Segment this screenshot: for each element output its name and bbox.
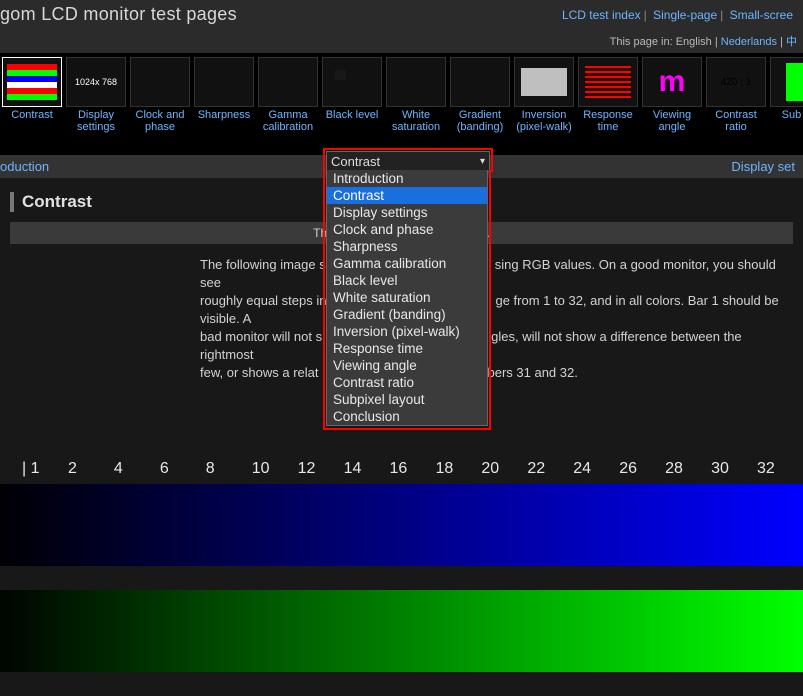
option-contrast-ratio[interactable]: Contrast ratio bbox=[327, 374, 487, 391]
language-label: This page in: bbox=[610, 36, 673, 48]
thumb-gamma-calibration[interactable]: Gamma calibration bbox=[258, 57, 318, 133]
option-response-time[interactable]: Response time bbox=[327, 340, 487, 357]
language-english: English bbox=[676, 36, 712, 48]
thumb-contrast[interactable]: Contrast bbox=[2, 57, 62, 133]
option-contrast[interactable]: Contrast bbox=[327, 187, 487, 204]
language-row: This page in: English | Nederlands | 中 bbox=[0, 31, 803, 53]
thumb-viewing-angle[interactable]: Viewing angle bbox=[642, 57, 702, 133]
option-gradient-banding-[interactable]: Gradient (banding) bbox=[327, 306, 487, 323]
thumb-sharpness[interactable]: Sharpness bbox=[194, 57, 254, 133]
thumb-contrast-ratio[interactable]: 420 : 1Contrast ratio bbox=[706, 57, 766, 133]
chevron-down-icon: ▾ bbox=[480, 156, 485, 167]
option-clock-and-phase[interactable]: Clock and phase bbox=[327, 221, 487, 238]
contrast-test-pattern: | 12468101214161820222426283032 bbox=[0, 460, 803, 696]
option-conclusion[interactable]: Conclusion bbox=[327, 408, 487, 425]
contrast-bar-blue bbox=[0, 484, 803, 566]
header-bar: gom LCD monitor test pages LCD test inde… bbox=[0, 0, 803, 31]
thumb-inversion-pixel-walk-[interactable]: Inversion (pixel-walk) bbox=[514, 57, 574, 133]
option-inversion-pixel-walk-[interactable]: Inversion (pixel-walk) bbox=[327, 323, 487, 340]
thumb-white-saturation[interactable]: White saturation bbox=[386, 57, 446, 133]
thumb-display-settings[interactable]: 1024x 768Display settings bbox=[66, 57, 126, 133]
thumb-clock-and-phase[interactable]: Clock and phase bbox=[130, 57, 190, 133]
nav-next-link[interactable]: Display set bbox=[731, 159, 795, 174]
link-small-screen[interactable]: Small-scree bbox=[730, 8, 793, 22]
link-single-page[interactable]: Single-page bbox=[653, 8, 717, 22]
test-select-current: Contrast bbox=[331, 154, 380, 169]
page-title: gom LCD monitor test pages bbox=[0, 4, 237, 25]
thumb-response-time[interactable]: Response time bbox=[578, 57, 638, 133]
option-display-settings[interactable]: Display settings bbox=[327, 204, 487, 221]
header-links: LCD test index| Single-page| Small-scree bbox=[562, 8, 793, 22]
option-subpixel-layout[interactable]: Subpixel layout bbox=[327, 391, 487, 408]
option-viewing-angle[interactable]: Viewing angle bbox=[327, 357, 487, 374]
option-gamma-calibration[interactable]: Gamma calibration bbox=[327, 255, 487, 272]
thumb-black-level[interactable]: Black level bbox=[322, 57, 382, 133]
language-chinese[interactable]: 中 bbox=[786, 36, 797, 48]
nav-prev-link[interactable]: oduction bbox=[0, 159, 49, 174]
thumb-gradient-banding-[interactable]: Gradient (banding) bbox=[450, 57, 510, 133]
test-select-combobox[interactable]: Contrast ▾ bbox=[323, 148, 493, 172]
option-sharpness[interactable]: Sharpness bbox=[327, 238, 487, 255]
contrast-bar-green bbox=[0, 590, 803, 672]
step-ticks: | 12468101214161820222426283032 bbox=[0, 460, 803, 478]
language-nederlands[interactable]: Nederlands bbox=[721, 36, 777, 48]
test-thumbnails: Contrast1024x 768Display settingsClock a… bbox=[0, 53, 803, 155]
thumb-sub-lay[interactable]: Sub lay bbox=[770, 57, 803, 133]
option-white-saturation[interactable]: White saturation bbox=[327, 289, 487, 306]
link-test-index[interactable]: LCD test index bbox=[562, 8, 641, 22]
option-introduction[interactable]: Introduction bbox=[327, 170, 487, 187]
option-black-level[interactable]: Black level bbox=[327, 272, 487, 289]
test-select-listbox-frame: IntroductionContrastDisplay settingsCloc… bbox=[323, 170, 491, 430]
test-select-listbox[interactable]: IntroductionContrastDisplay settingsCloc… bbox=[326, 170, 488, 426]
